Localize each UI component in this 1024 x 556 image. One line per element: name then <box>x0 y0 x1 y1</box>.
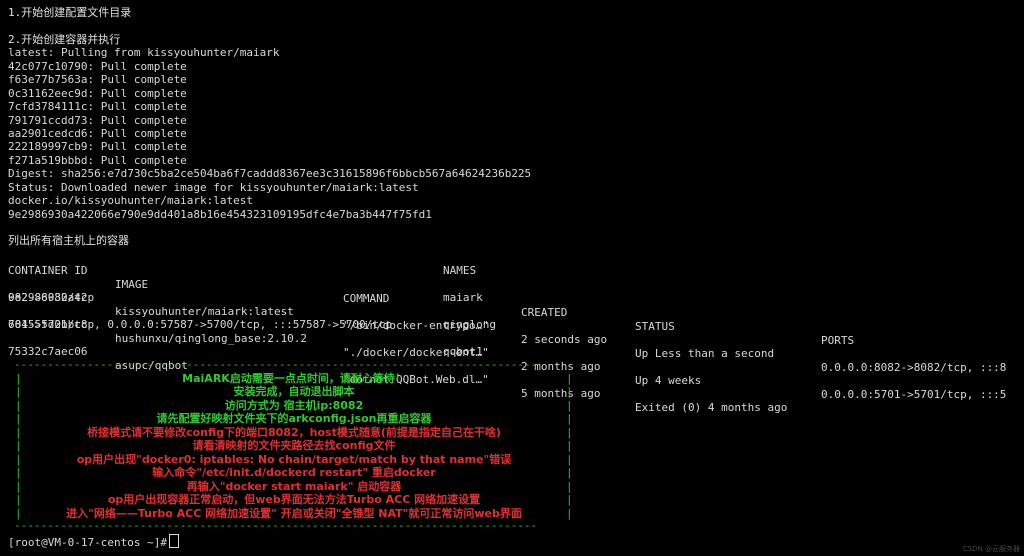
pull-line: f271a519bbbd: Pull complete <box>8 153 187 167</box>
pull-line: 7cfd3784111c: Pull complete <box>8 100 187 114</box>
cell-name: qinglong <box>443 318 496 331</box>
table-row: 68455fd2bbc8 hushunxu/qinglong_base:2.10… <box>8 304 1018 401</box>
cell-status: Up 4 weeks <box>635 374 702 387</box>
step1-heading: 1.开始创建配置文件目录 <box>8 6 132 19</box>
pull-line: 0c31162eec9d: Pull complete <box>8 86 187 100</box>
image-ref-line: docker.io/kissyouhunter/maiark:latest <box>8 194 254 208</box>
pull-line: aa2901cedcd6: Pull complete <box>8 126 187 140</box>
cell-status: Up Less than a second <box>635 347 775 360</box>
text-cursor[interactable] <box>168 534 179 548</box>
cell-ports-wrap: 701->5701/tcp, 0.0.0.0:57587->5700/tcp, … <box>8 318 393 331</box>
header-container-id: CONTAINER ID <box>8 264 88 277</box>
status-line: Status: Downloaded newer image for kissy… <box>8 180 419 194</box>
terminal-output: 1.开始创建配置文件目录 2.开始创建容器并执行 latest: Pulling… <box>8 6 1018 248</box>
cell-ports: 0.0.0.0:8082->8082/tcp, :::8 <box>821 361 1007 374</box>
banner-message-line: 访问方式为 宿主机ip:8082 <box>224 398 364 412</box>
step2-heading: 2.开始创建容器并执行 <box>8 32 121 46</box>
cell-ports: 0.0.0.0:5701->5701/tcp, :::5 <box>821 388 1007 401</box>
watermark: CSDN @云服务器 <box>962 545 1020 553</box>
banner-top-border: ----------------------------------------… <box>14 358 538 371</box>
pull-line: 42c077c10790: Pull complete <box>8 59 187 73</box>
banner-message-line: op用户出现容器正常启动，但web界面无法方法Turbo ACC 网络加速设置 <box>107 493 481 507</box>
table-header: CONTAINER ID IMAGE COMMAND CREATED STATU… <box>8 250 1018 347</box>
table-row: 75332c7aec06 asupc/qqbot "dotnet QQBot.W… <box>8 331 1018 414</box>
banner-message-line: 再输入"docker start maiark" 启动容器 <box>186 479 402 493</box>
cell-status: Exited (0) 4 months ago <box>635 401 788 414</box>
table-row: 9e2986930a42 kissyouhunter/maiark:latest… <box>8 277 1018 374</box>
banner-bottom-border: ----------------------------------------… <box>14 519 538 532</box>
banner-message-line: 进入"网络——Turbo ACC 网络加速设置" 开启或关闭"全锥型 NAT"就… <box>66 506 522 520</box>
banner-message-line: 输入命令"/etc/init.d/dockerd restart" 重启dock… <box>152 466 436 480</box>
pull-line: 222189997cb9: Pull complete <box>8 140 187 154</box>
banner-message-line: op用户出现"docker0: iptables: No chain/targe… <box>76 452 512 466</box>
banner-message-line: 请看清映射的文件夹路径去找config文件 <box>192 439 396 453</box>
cell-ports-wrap: 082->8082/tcp <box>8 291 95 304</box>
banner-message-line: MaiARK启动需要一点点时间，请耐心等待！ <box>182 372 406 385</box>
banner-message-line: 请先配置好映射文件夹下的arkconfig.json再重启容器 <box>156 412 432 426</box>
digest-line: Digest: sha256:e7d730c5ba2ce504ba6f7cadd… <box>8 167 532 181</box>
pull-line: f63e77b7563a: Pull complete <box>8 73 187 87</box>
header-names: NAMES <box>443 264 477 277</box>
cell-name: maiark <box>443 291 483 304</box>
prompt-text: [root@VM-0-17-centos ~]# <box>8 536 167 549</box>
banner-message-line: 安装完成，自动退出脚本 <box>233 385 355 399</box>
step3-heading: 列出所有宿主机上的容器 <box>8 234 129 248</box>
pull-line: 791791ccdd73: Pull complete <box>8 113 187 127</box>
shell-prompt[interactable]: [root@VM-0-17-centos ~]# <box>8 534 179 549</box>
cell-container-id: 75332c7aec06 <box>8 345 88 358</box>
terminal-window[interactable]: 1.开始创建配置文件目录 2.开始创建容器并执行 latest: Pulling… <box>0 0 1024 556</box>
pull-line: latest: Pulling from kissyouhunter/maiar… <box>8 46 280 60</box>
banner-message-line: 桥接模式请不要修改config下的端口8082，host模式随意(前提是指定自己… <box>87 425 501 439</box>
container-hash-line: 9e2986930a422066e790e9dd401a8b16e4543231… <box>8 207 432 221</box>
cell-name: qqbot1 <box>443 345 483 358</box>
